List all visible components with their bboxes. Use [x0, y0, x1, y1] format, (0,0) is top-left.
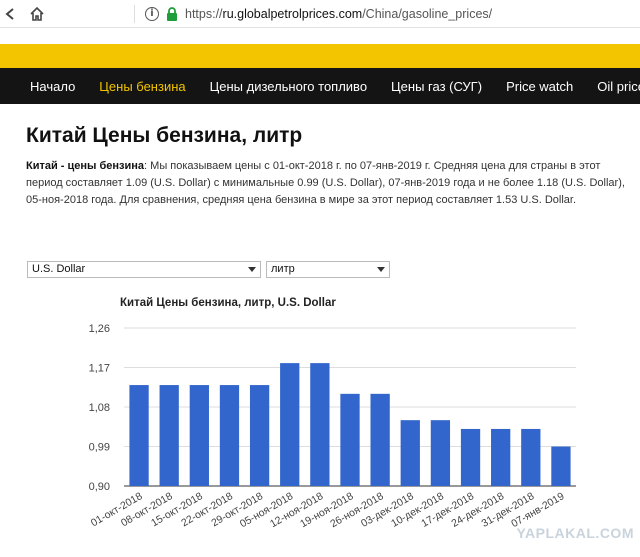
price-bar-chart: 1,261,171,080,990,9001-окт-201808-окт-20…: [89, 323, 576, 530]
lock-icon[interactable]: [165, 6, 179, 22]
nav-item-diesel-prices[interactable]: Цены дизельного топливо: [210, 79, 367, 94]
y-tick-label: 0,90: [89, 481, 110, 493]
address-separator: [134, 4, 135, 23]
bar: [219, 385, 240, 486]
bar: [491, 428, 511, 486]
currency-select-value: U.S. Dollar: [32, 263, 86, 275]
bar: [159, 385, 179, 486]
bar: [249, 385, 270, 486]
chevron-down-icon: [248, 267, 256, 272]
chart-title: Китай Цены бензина, литр, U.S. Dollar: [120, 297, 336, 309]
bar: [551, 446, 571, 486]
page-description: Китай - цены бензина: Мы показываем цены…: [26, 158, 638, 209]
nav-item-lpg-prices[interactable]: Цены газ (СУГ): [391, 79, 482, 94]
bar: [129, 385, 149, 486]
y-tick-label: 1,17: [89, 363, 110, 375]
page-title: Китай Цены бензина, литр: [26, 124, 303, 147]
y-tick-label: 1,08: [89, 402, 110, 414]
bar: [430, 420, 451, 486]
nav-item-price-watch[interactable]: Price watch: [506, 79, 573, 94]
watermark-text: YAPLAKAL.COM: [516, 525, 634, 541]
unit-select-value: литр: [271, 263, 295, 275]
currency-select[interactable]: U.S. Dollar: [27, 261, 261, 278]
main-nav: Начало Цены бензина Цены дизельного топл…: [0, 68, 640, 104]
bar: [460, 428, 481, 486]
bar: [370, 393, 390, 486]
url-field[interactable]: https://ru.globalpetrolprices.com/China/…: [185, 7, 492, 21]
browser-address-bar: i https://ru.globalpetrolprices.com/Chin…: [0, 0, 640, 28]
nav-item-home[interactable]: Начало: [30, 79, 75, 94]
url-host: ru.globalpetrolprices.com: [222, 6, 363, 21]
info-icon[interactable]: i: [145, 6, 159, 21]
y-tick-label: 0,99: [89, 442, 110, 454]
unit-select[interactable]: литр: [266, 261, 390, 278]
bar: [189, 385, 209, 486]
bar: [521, 428, 541, 486]
bar: [340, 393, 360, 486]
description-bold-lead: Китай - цены бензина: [26, 160, 145, 172]
nav-item-oil-prices[interactable]: Oil prices: [597, 79, 640, 94]
nav-item-gasoline-prices[interactable]: Цены бензина: [99, 79, 185, 94]
back-arrow-icon[interactable]: [0, 3, 22, 25]
url-prefix: https://: [185, 6, 223, 21]
url-path: /China/gasoline_prices/: [362, 6, 493, 21]
chevron-down-icon: [377, 267, 385, 272]
y-tick-label: 1,26: [89, 323, 110, 335]
site-header-band: [0, 44, 640, 68]
home-icon[interactable]: [26, 3, 48, 25]
bar: [310, 363, 330, 486]
bar: [400, 420, 420, 486]
bar: [280, 363, 300, 486]
